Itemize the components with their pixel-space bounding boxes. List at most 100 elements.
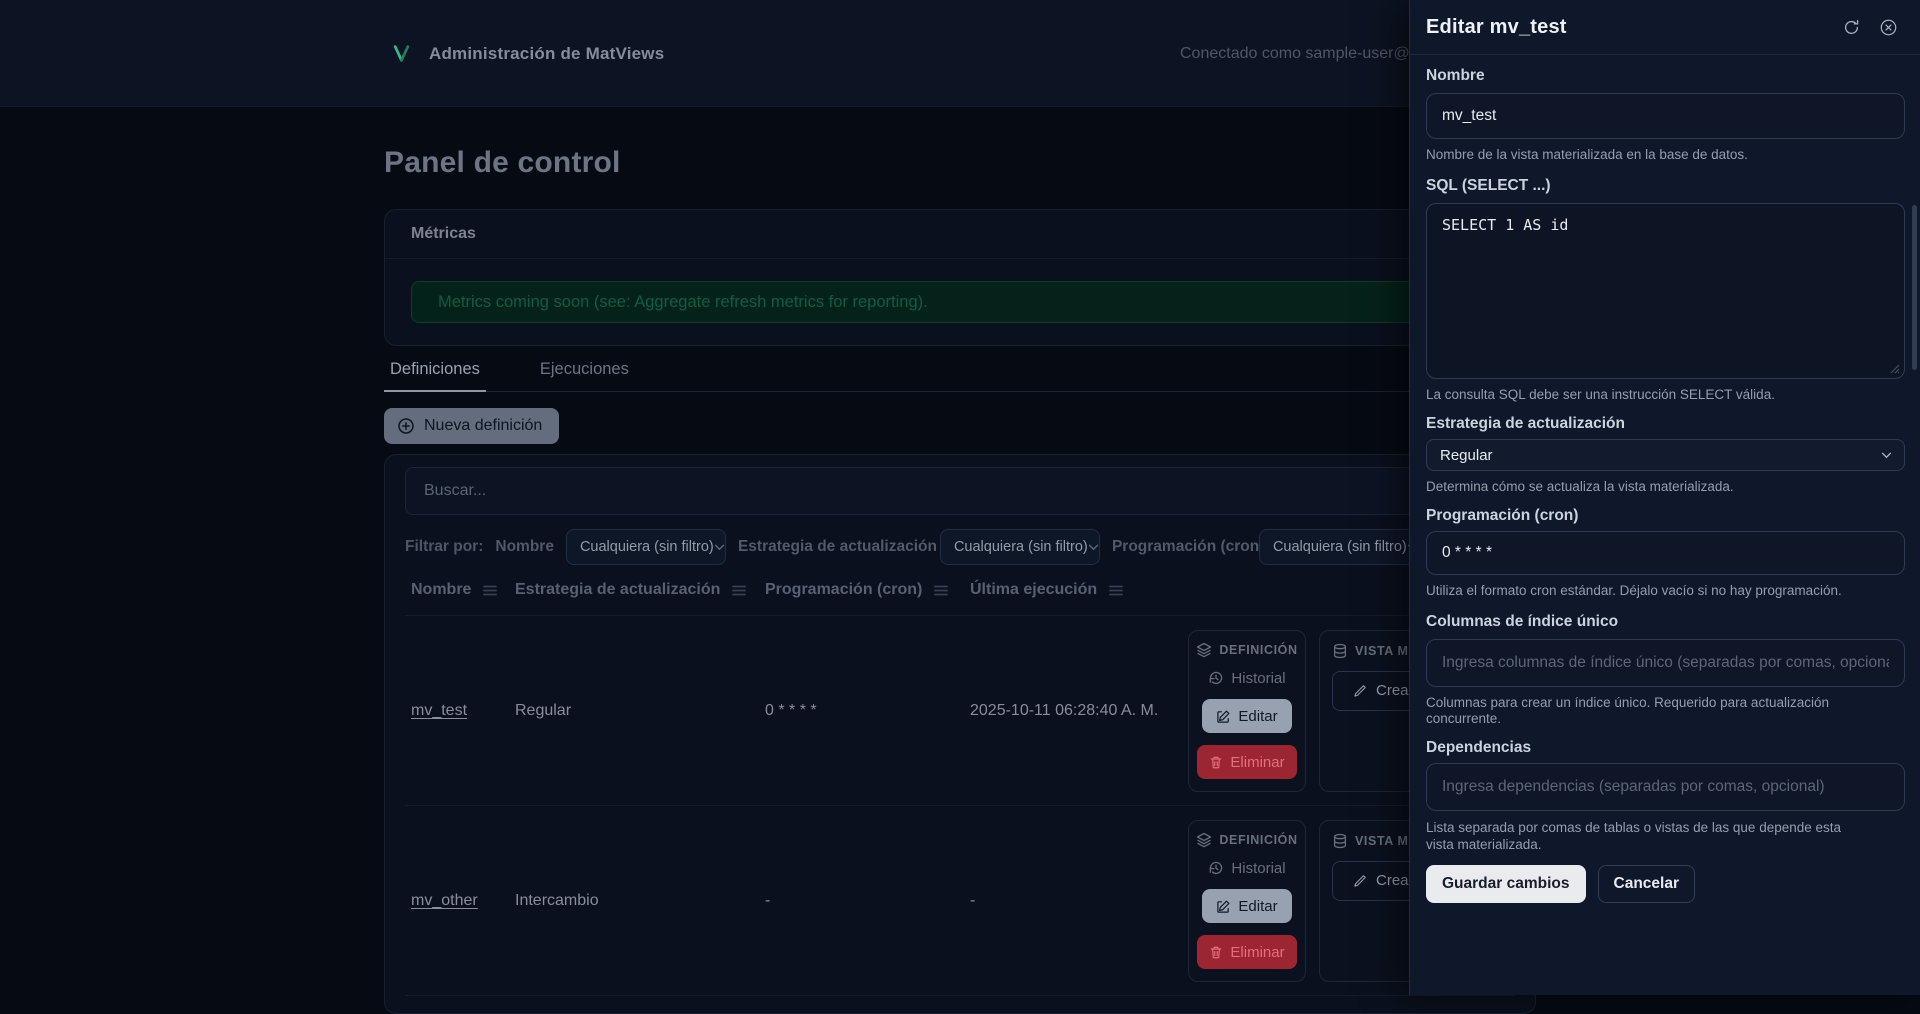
trash-icon <box>1209 945 1223 960</box>
strategy-select-value: Regular <box>1440 446 1493 464</box>
filter-strategy-value: Cualquiera (sin filtro) <box>953 539 1088 555</box>
metrics-title: Métricas <box>411 225 476 242</box>
column-header-nombre: Nombre <box>411 581 472 598</box>
edit-label: Editar <box>1238 707 1278 725</box>
chevron-down-icon <box>1881 452 1892 459</box>
column-menu-icon[interactable] <box>483 585 498 596</box>
history-label: Historial <box>1231 669 1286 687</box>
search-input[interactable] <box>405 467 1517 515</box>
main-content: Panel de control Métricas Metrics coming… <box>384 107 1536 1014</box>
edit-label: Editar <box>1238 897 1278 915</box>
history-button[interactable]: Historial <box>1208 669 1286 687</box>
drawer-title: Editar mv_test <box>1426 16 1567 38</box>
cron-field[interactable] <box>1426 531 1905 575</box>
filter-row: Filtrar por: Nombre Cualquiera (sin filt… <box>405 529 1515 565</box>
tab-definiciones[interactable]: Definiciones <box>384 360 486 392</box>
name-field-label: Nombre <box>1426 67 1485 84</box>
column-header-ultima-ejecucion: Última ejecución <box>970 581 1098 598</box>
chevron-down-icon <box>714 544 725 551</box>
table-header-row: Nombre Estrategia de actualización Progr… <box>405 581 1515 616</box>
column-menu-icon[interactable] <box>1109 585 1124 596</box>
tab-bar: Definiciones Ejecuciones <box>384 360 1536 392</box>
name-field-help: Nombre de la vista materializada en la b… <box>1426 147 1748 162</box>
cron-field-help: Utiliza el formato cron estándar. Déjalo… <box>1426 583 1842 598</box>
edit-icon <box>1216 899 1231 914</box>
metrics-card: Métricas Metrics coming soon (see: Aggre… <box>384 209 1536 346</box>
column-menu-icon[interactable] <box>934 585 949 596</box>
delete-label: Eliminar <box>1230 943 1285 961</box>
sql-field[interactable]: SELECT 1 AS id <box>1426 203 1905 379</box>
pencil-icon <box>1353 684 1367 698</box>
table-row: mv_test Regular 0 * * * * 2025-10-11 06:… <box>405 616 1535 806</box>
sql-field-label: SQL (SELECT ...) <box>1426 177 1551 194</box>
filter-cron-select[interactable]: Cualquiera (sin filtro) <box>1258 529 1419 565</box>
history-label: Historial <box>1231 859 1286 877</box>
column-header-estrategia: Estrategia de actualización <box>515 581 721 598</box>
column-header-programacion: Programación (cron) <box>765 581 923 598</box>
edit-button[interactable]: Editar <box>1202 699 1292 734</box>
brand: Administración de MatViews <box>391 0 664 107</box>
edit-button[interactable]: Editar <box>1202 889 1292 924</box>
column-menu-icon[interactable] <box>732 585 747 596</box>
save-button[interactable]: Guardar cambios <box>1426 865 1586 903</box>
drawer-header: Editar mv_test <box>1410 0 1920 55</box>
dependencies-field-help: Lista separada por comas de tablas o vis… <box>1426 820 1842 852</box>
cancel-button[interactable]: Cancelar <box>1597 865 1695 903</box>
row-last-run: 2025-10-11 06:28:40 A. M. <box>970 701 1159 719</box>
definition-actions-box: DEFINICIÓN Historial Editar Eliminar <box>1188 629 1306 792</box>
chevron-down-icon <box>1088 544 1099 551</box>
app-title: Administración de MatViews <box>429 43 665 63</box>
filter-cron-value: Cualquiera (sin filtro) <box>1272 539 1407 555</box>
table-row: mv_other Intercambio - - DEFINICIÓN Hist… <box>405 806 1535 996</box>
drawer-actions: Guardar cambios Cancelar <box>1426 865 1904 903</box>
tab-ejecuciones[interactable]: Ejecuciones <box>534 360 635 391</box>
dependencies-field[interactable] <box>1426 763 1905 811</box>
filter-name-value: Cualquiera (sin filtro) <box>579 539 714 555</box>
layers-icon <box>1196 832 1212 848</box>
sql-field-help: La consulta SQL debe ser una instrucción… <box>1426 387 1775 402</box>
strategy-field-help: Determina cómo se actualiza la vista mat… <box>1426 479 1734 494</box>
history-button[interactable]: Historial <box>1208 859 1286 877</box>
new-definition-button[interactable]: Nueva definición <box>384 408 560 444</box>
edit-icon <box>1216 709 1231 724</box>
app-logo-icon <box>391 43 412 64</box>
cron-field-label: Programación (cron) <box>1426 507 1579 524</box>
metrics-card-body: Metrics coming soon (see: Aggregate refr… <box>385 259 1535 345</box>
plus-circle-icon <box>397 417 415 435</box>
filter-name-select[interactable]: Cualquiera (sin filtro) <box>565 529 726 565</box>
dependencies-field-label: Dependencias <box>1426 739 1532 756</box>
delete-label: Eliminar <box>1230 753 1285 771</box>
drawer-body: Nombre Nombre de la vista materializada … <box>1410 55 1920 903</box>
row-name-link[interactable]: mv_test <box>411 702 467 719</box>
row-last-run: - <box>970 891 976 909</box>
refresh-icon[interactable] <box>1842 18 1861 37</box>
page-title: Panel de control <box>384 146 621 179</box>
database-icon <box>1332 833 1348 849</box>
edit-drawer: Editar mv_test Nombre Nombre de la vista… <box>1409 0 1920 995</box>
delete-button[interactable]: Eliminar <box>1197 745 1297 780</box>
row-name-link[interactable]: mv_other <box>411 892 478 909</box>
history-icon <box>1208 670 1224 686</box>
definition-actions-box: DEFINICIÓN Historial Editar Eliminar <box>1188 819 1306 982</box>
name-field[interactable] <box>1426 93 1905 139</box>
filter-strategy-label: Estrategia de actualización <box>737 538 937 555</box>
drawer-scrollbar-thumb[interactable] <box>1912 205 1917 370</box>
row-cron: - <box>765 891 771 909</box>
definition-group-label: DEFINICIÓN <box>1219 832 1298 847</box>
database-icon <box>1332 643 1348 659</box>
strategy-field-label: Estrategia de actualización <box>1426 415 1625 432</box>
pencil-icon <box>1353 874 1367 888</box>
metrics-coming-soon-alert: Metrics coming soon (see: Aggregate refr… <box>411 281 1509 323</box>
delete-button[interactable]: Eliminar <box>1197 935 1297 970</box>
filter-name-label: Nombre <box>495 538 554 555</box>
unique-index-field[interactable] <box>1426 639 1905 687</box>
history-icon <box>1208 860 1224 876</box>
row-strategy: Regular <box>515 701 572 719</box>
close-icon[interactable] <box>1879 18 1898 37</box>
create-matview-label: Crea <box>1376 682 1409 699</box>
filter-strategy-select[interactable]: Cualquiera (sin filtro) <box>939 529 1100 565</box>
create-matview-label: Crea <box>1376 872 1409 889</box>
unique-index-field-help: Columnas para crear un índice único. Req… <box>1426 695 1829 726</box>
row-strategy: Intercambio <box>515 891 599 909</box>
strategy-select[interactable]: Regular <box>1426 439 1905 471</box>
